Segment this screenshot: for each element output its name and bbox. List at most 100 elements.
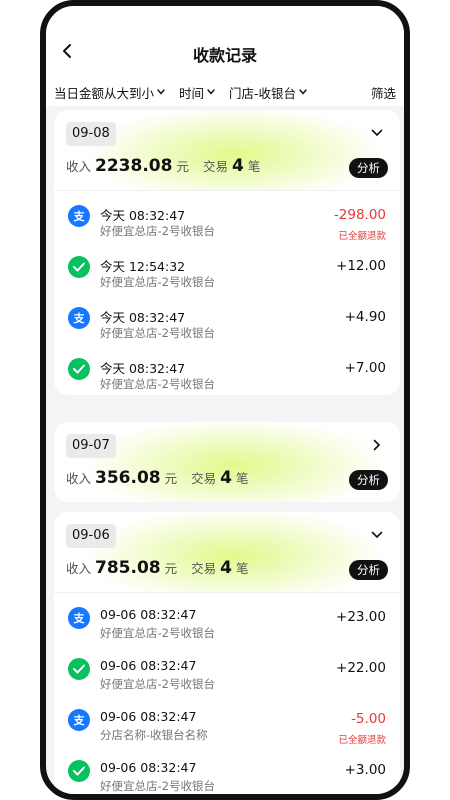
transaction-store: 好便宜总店-2号收银台 <box>100 326 215 340</box>
transaction-list: 支 今天 08:32:47 好便宜总店-2号收银台 -298.00 已全额退款 … <box>54 190 400 395</box>
transaction-time: 今天 12:54:32 <box>100 259 186 274</box>
transaction-amount: +4.90 <box>344 309 386 325</box>
transaction-row[interactable]: 09-06 08:32:47 好便宜总店-2号收银台 +22.00 <box>54 644 400 695</box>
date-chip: 09-08 <box>66 122 116 146</box>
summary-line: 收入 2238.08 元 交易 4 笔 <box>66 156 260 176</box>
day-group-card: 09-06 收入 785.08 元 交易 4 笔 分析 支 09-06 08:3… <box>54 512 400 794</box>
transaction-amount: +12.00 <box>336 258 386 274</box>
currency-unit: 元 <box>176 159 189 174</box>
transaction-store: 好便宜总店-2号收银台 <box>100 779 215 793</box>
chevron-down-icon <box>371 129 383 137</box>
transaction-row[interactable]: 今天 12:54:32 好便宜总店-2号收银台 +12.00 <box>54 242 400 293</box>
trade-label: 交易 <box>191 561 217 576</box>
transaction-row[interactable]: 支 09-06 08:32:47 分店名称-收银台名称 -5.00 已全额退款 <box>54 695 400 746</box>
transaction-amount: +23.00 <box>336 609 386 625</box>
transaction-amount: +3.00 <box>344 762 386 778</box>
chevron-down-icon <box>299 89 307 95</box>
transaction-row[interactable]: 支 今天 08:32:47 好便宜总店-2号收银台 -298.00 已全额退款 <box>54 191 400 242</box>
filter-label: 门店-收银台 <box>229 85 297 101</box>
transaction-time: 今天 08:32:47 <box>100 310 186 325</box>
income-amount: 785.08 <box>95 558 161 578</box>
transaction-store: 好便宜总店-2号收银台 <box>100 224 215 238</box>
trade-count: 4 <box>231 156 244 176</box>
transaction-row[interactable]: 支 今天 08:32:47 好便宜总店-2号收银台 +4.90 <box>54 293 400 344</box>
filter-bar: 当日金额从大到小 时间 门店-收银台 筛选 <box>54 82 396 102</box>
date-chip: 09-06 <box>66 524 116 548</box>
date-chip: 09-07 <box>66 434 116 458</box>
transaction-time: 09-06 08:32:47 <box>100 658 197 673</box>
transaction-amount: +22.00 <box>336 660 386 676</box>
transaction-amount: +7.00 <box>344 360 386 376</box>
wechat-pay-icon <box>68 358 90 380</box>
transaction-store: 好便宜总店-2号收银台 <box>100 377 215 391</box>
chevron-right-icon <box>373 439 381 451</box>
transaction-time: 09-06 08:32:47 <box>100 709 197 724</box>
page-title: 收款记录 <box>192 46 257 65</box>
analyze-button[interactable]: 分析 <box>349 560 388 580</box>
analyze-button[interactable]: 分析 <box>349 158 388 178</box>
svg-text:支: 支 <box>73 311 86 325</box>
chevron-down-icon <box>371 531 383 539</box>
trade-label: 交易 <box>191 471 217 486</box>
wechat-pay-icon <box>68 658 90 680</box>
svg-text:支: 支 <box>73 611 86 625</box>
filter-label: 时间 <box>179 85 205 101</box>
alipay-icon: 支 <box>68 307 90 329</box>
refund-note: 已全额退款 <box>338 231 386 242</box>
chevron-down-icon <box>207 89 215 95</box>
day-group-card: 09-07 收入 356.08 元 交易 4 笔 分析 <box>54 422 400 502</box>
transaction-time: 09-06 08:32:47 <box>100 760 197 775</box>
filter-button[interactable]: 筛选 <box>371 83 396 102</box>
transaction-time: 今天 08:32:47 <box>100 361 186 376</box>
filter-sort-dropdown[interactable]: 当日金额从大到小 <box>54 83 165 102</box>
summary-line: 收入 356.08 元 交易 4 笔 <box>66 468 249 488</box>
wechat-pay-icon <box>68 760 90 782</box>
refund-note: 已全额退款 <box>338 735 386 746</box>
transaction-amount: -298.00 <box>333 207 386 223</box>
day-group-card: 09-08 收入 2238.08 元 交易 4 笔 分析 支 今天 08:32:… <box>54 110 400 395</box>
income-label: 收入 <box>66 561 92 576</box>
day-summary: 09-06 收入 785.08 元 交易 4 笔 分析 <box>54 512 400 592</box>
day-summary: 09-08 收入 2238.08 元 交易 4 笔 分析 <box>54 110 400 190</box>
svg-text:支: 支 <box>73 713 86 727</box>
collapse-toggle[interactable] <box>368 526 386 544</box>
currency-unit: 元 <box>164 471 178 486</box>
day-summary: 09-07 收入 356.08 元 交易 4 笔 分析 <box>54 422 400 502</box>
collapse-toggle[interactable] <box>368 124 386 142</box>
analyze-button[interactable]: 分析 <box>349 470 388 490</box>
transaction-store: 好便宜总店-2号收银台 <box>100 275 215 289</box>
filter-time-dropdown[interactable]: 时间 <box>179 83 215 102</box>
transaction-store: 分店名称-收银台名称 <box>100 728 208 742</box>
transaction-row[interactable]: 09-06 08:32:47 好便宜总店-2号收银台 +3.00 <box>54 746 400 794</box>
income-amount: 2238.08 <box>95 156 173 176</box>
transaction-time: 09-06 08:32:47 <box>100 607 197 622</box>
trade-count: 4 <box>220 468 232 488</box>
alipay-icon: 支 <box>68 607 90 629</box>
chevron-down-icon <box>157 89 165 95</box>
transaction-store: 好便宜总店-2号收银台 <box>100 626 215 640</box>
income-label: 收入 <box>66 471 92 486</box>
transaction-amount: -5.00 <box>351 711 386 727</box>
wechat-pay-icon <box>68 256 90 278</box>
filter-label: 当日金额从大到小 <box>54 85 155 101</box>
income-label: 收入 <box>66 159 92 174</box>
transaction-time: 今天 08:32:47 <box>100 208 186 223</box>
svg-text:支: 支 <box>73 209 86 223</box>
phone-frame: 收款记录 当日金额从大到小 时间 门店-收银台 筛选 09-08 收入 2238… <box>40 0 410 800</box>
transaction-list: 支 09-06 08:32:47 好便宜总店-2号收银台 +23.00 09-0… <box>54 592 400 794</box>
filter-store-dropdown[interactable]: 门店-收银台 <box>229 83 307 102</box>
alipay-icon: 支 <box>68 709 90 731</box>
currency-unit: 元 <box>164 561 178 576</box>
expand-toggle[interactable] <box>368 436 386 454</box>
alipay-icon: 支 <box>68 205 90 227</box>
trade-count: 4 <box>220 558 232 578</box>
trade-label: 交易 <box>202 159 228 174</box>
count-unit: 笔 <box>247 159 261 174</box>
transaction-row[interactable]: 支 09-06 08:32:47 好便宜总店-2号收银台 +23.00 <box>54 593 400 644</box>
summary-line: 收入 785.08 元 交易 4 笔 <box>66 558 249 578</box>
count-unit: 笔 <box>236 561 249 576</box>
header: 收款记录 当日金额从大到小 时间 门店-收银台 筛选 <box>46 6 404 106</box>
transaction-store: 好便宜总店-2号收银台 <box>100 677 215 691</box>
count-unit: 笔 <box>236 471 249 486</box>
transaction-row[interactable]: 今天 08:32:47 好便宜总店-2号收银台 +7.00 <box>54 344 400 395</box>
